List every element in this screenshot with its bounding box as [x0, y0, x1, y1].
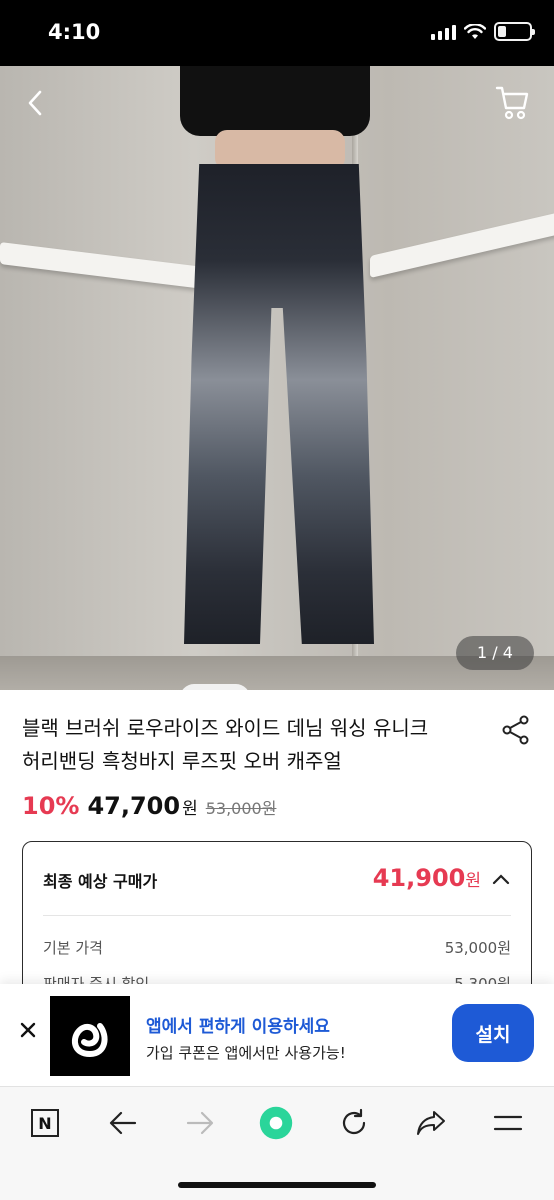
sale-price: 47,700	[87, 792, 181, 820]
app-logo	[50, 996, 130, 1076]
image-page-indicator: 1 / 4	[456, 636, 534, 670]
price-row: 10% 47,700 원 53,000원	[22, 792, 276, 820]
price-unit: 원	[182, 799, 198, 819]
green-home-button[interactable]	[258, 1105, 294, 1141]
menu-icon	[493, 1115, 523, 1131]
naver-home-button[interactable]: N	[27, 1105, 63, 1141]
menu-button[interactable]	[490, 1105, 526, 1141]
row-label: 기본 가격	[43, 939, 103, 957]
status-icons	[431, 22, 535, 41]
product-image[interactable]	[0, 66, 554, 690]
refresh-icon	[342, 1108, 366, 1135]
row-value: 53,000원	[444, 939, 511, 957]
cart-icon[interactable]	[494, 82, 530, 122]
chevron-up-icon[interactable]	[491, 872, 511, 886]
signal-icon	[431, 24, 456, 40]
discount-rate: 10%	[22, 792, 80, 820]
original-price: 53,000원	[205, 799, 277, 818]
forward-button[interactable]	[182, 1105, 218, 1141]
estimated-total: 41,900원	[373, 864, 481, 892]
product-title: 블랙 브러쉬 로우라이즈 와이드 데님 워싱 유니크 허리밴딩 흑청바지 루즈핏…	[22, 712, 482, 778]
home-indicator	[178, 1182, 376, 1188]
install-button[interactable]: 설치	[452, 1004, 534, 1062]
arrow-left-icon	[109, 1111, 137, 1135]
back-arrow-icon[interactable]	[20, 86, 50, 120]
product-title-line2: 허리밴딩 흑청바지 루즈핏 오버 캐주얼	[22, 749, 342, 773]
share-page-button[interactable]	[413, 1105, 449, 1141]
naver-n-icon: N	[31, 1109, 59, 1137]
divider	[43, 915, 511, 916]
banner-subtitle: 가입 쿠폰은 앱에서만 사용가능!	[146, 1044, 346, 1062]
status-time: 4:10	[48, 20, 101, 44]
battery-icon	[494, 22, 535, 41]
status-bar: 4:10	[0, 0, 554, 66]
product-title-line1: 블랙 브러쉬 로우라이즈 와이드 데님 워싱 유니크	[22, 716, 429, 740]
estimated-price-label: 최종 예상 구매가	[43, 872, 158, 891]
wifi-icon	[464, 23, 486, 39]
back-button[interactable]	[105, 1105, 141, 1141]
estimated-total-value: 41,900	[372, 864, 466, 892]
banner-title: 앱에서 편하게 이용하세요	[146, 1017, 330, 1037]
green-dot-icon	[259, 1106, 293, 1140]
share-icon[interactable]	[500, 714, 532, 746]
price-breakdown-row: 기본 가격 53,000원	[43, 937, 511, 958]
arrow-right-icon	[186, 1111, 214, 1135]
estimated-total-unit: 원	[465, 871, 481, 891]
share-arrow-icon	[417, 1111, 445, 1135]
app-install-banner: 앱에서 편하게 이용하세요 가입 쿠폰은 앱에서만 사용가능! 설치	[0, 984, 554, 1086]
refresh-button[interactable]	[336, 1105, 372, 1141]
close-icon[interactable]	[16, 1018, 40, 1042]
